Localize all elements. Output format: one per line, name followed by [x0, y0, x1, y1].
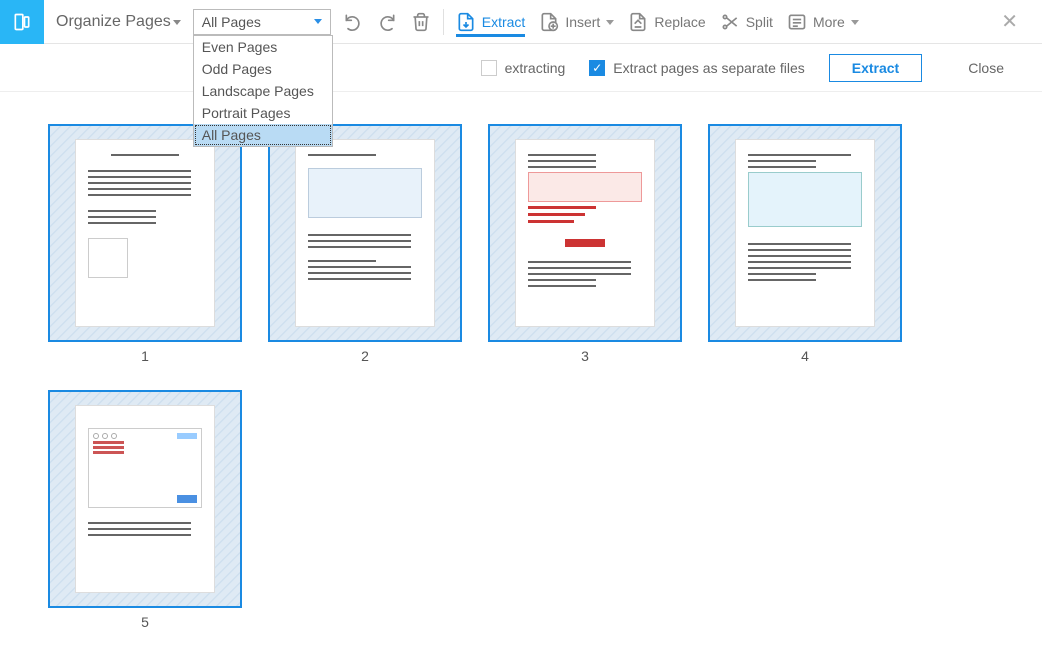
separate-files-label: Extract pages as separate files	[613, 60, 804, 76]
chevron-down-icon	[606, 20, 614, 25]
panel-title-label: Organize Pages	[56, 13, 171, 31]
split-label: Split	[746, 14, 773, 30]
page-thumbnail[interactable]: 5	[48, 390, 242, 630]
page-range-value: All Pages	[202, 14, 261, 30]
insert-button[interactable]: Insert	[539, 12, 614, 32]
chevron-down-icon	[851, 20, 859, 25]
more-label: More	[813, 14, 845, 30]
page-thumbnail[interactable]: 4	[708, 124, 902, 364]
delete-after-extracting-checkbox[interactable]: extracting	[481, 60, 566, 76]
page-range-dropdown: Even Pages Odd Pages Landscape Pages Por…	[193, 35, 333, 147]
extract-button[interactable]: Extract	[456, 12, 526, 37]
checkbox-box	[481, 60, 497, 76]
dropdown-item[interactable]: All Pages	[194, 124, 332, 146]
dropdown-item[interactable]: Odd Pages	[194, 58, 332, 80]
chevron-down-icon	[173, 20, 181, 25]
extract-separate-files-checkbox[interactable]: ✓ Extract pages as separate files	[589, 60, 804, 76]
page-number: 2	[361, 348, 369, 364]
checkbox-box-checked: ✓	[589, 60, 605, 76]
page-thumbnails-grid: 1 2 3 4 5	[0, 92, 1042, 662]
dropdown-item[interactable]: Landscape Pages	[194, 80, 332, 102]
delete-after-label: extracting	[505, 60, 566, 76]
page-number: 3	[581, 348, 589, 364]
app-icon	[0, 0, 44, 44]
dropdown-item[interactable]: Even Pages	[194, 36, 332, 58]
undo-button[interactable]	[343, 12, 363, 32]
page-number: 5	[141, 614, 149, 630]
insert-label: Insert	[565, 14, 600, 30]
extract-label: Extract	[482, 14, 526, 30]
page-thumbnail[interactable]: 1	[48, 124, 242, 364]
dropdown-item[interactable]: Portrait Pages	[194, 102, 332, 124]
page-range-select[interactable]: All Pages Even Pages Odd Pages Landscape…	[193, 9, 331, 35]
panel-title[interactable]: Organize Pages	[44, 13, 193, 31]
page-thumbnail[interactable]: 2	[268, 124, 462, 364]
page-thumbnail[interactable]: 3	[488, 124, 682, 364]
page-number: 1	[141, 348, 149, 364]
redo-button[interactable]	[377, 12, 397, 32]
extract-action-button[interactable]: Extract	[829, 54, 922, 82]
more-button[interactable]: More	[787, 12, 859, 32]
replace-label: Replace	[654, 14, 705, 30]
close-action-button[interactable]: Close	[946, 55, 1026, 81]
delete-button[interactable]	[411, 12, 431, 32]
chevron-down-icon	[314, 19, 322, 24]
close-panel-button[interactable]: ✕	[993, 5, 1026, 38]
page-number: 4	[801, 348, 809, 364]
split-button[interactable]: Split	[720, 12, 773, 32]
replace-button[interactable]: Replace	[628, 12, 705, 32]
